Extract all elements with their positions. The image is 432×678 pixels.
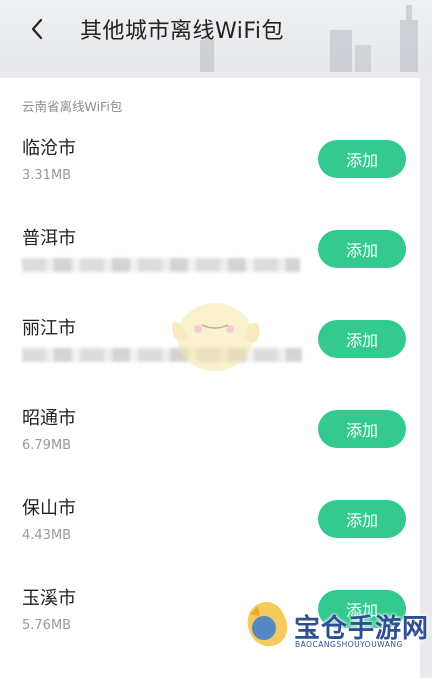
- package-size: 4.43MB: [22, 528, 72, 543]
- list-item: 昭通市 6.79MB 添加: [0, 404, 420, 494]
- city-name: 昭通市: [22, 408, 76, 429]
- city-name: 临沧市: [22, 138, 76, 159]
- back-button[interactable]: [22, 14, 52, 44]
- package-size: 3.31MB: [22, 168, 72, 183]
- add-button[interactable]: 添加: [318, 410, 406, 448]
- section-title: 云南省离线WiFi包: [22, 99, 123, 114]
- package-size: 6.79MB: [22, 438, 72, 453]
- add-button[interactable]: 添加: [318, 500, 406, 538]
- chevron-left-icon: [31, 18, 43, 40]
- package-size: 5.76MB: [22, 618, 72, 633]
- city-name: 玉溪市: [22, 588, 76, 609]
- page-title: 其他城市离线WiFi包: [80, 19, 285, 44]
- list-item: 临沧市 3.31MB 添加: [0, 134, 420, 224]
- city-name: 普洱市: [22, 228, 76, 249]
- city-name: 丽江市: [22, 318, 76, 339]
- watermark-logo-icon: [247, 602, 288, 647]
- list-item: 保山市 4.43MB 添加: [0, 494, 420, 584]
- add-button[interactable]: 添加: [318, 320, 406, 358]
- mascot-watermark-icon: [172, 303, 260, 371]
- blurred-package-size: [22, 258, 300, 272]
- city-name: 保山市: [22, 498, 76, 519]
- watermark-subtext: BAOCANGSHOUYOUWANG: [295, 640, 403, 649]
- add-button[interactable]: 添加: [318, 140, 406, 178]
- app-header: 其他城市离线WiFi包: [0, 0, 432, 72]
- add-button[interactable]: 添加: [318, 230, 406, 268]
